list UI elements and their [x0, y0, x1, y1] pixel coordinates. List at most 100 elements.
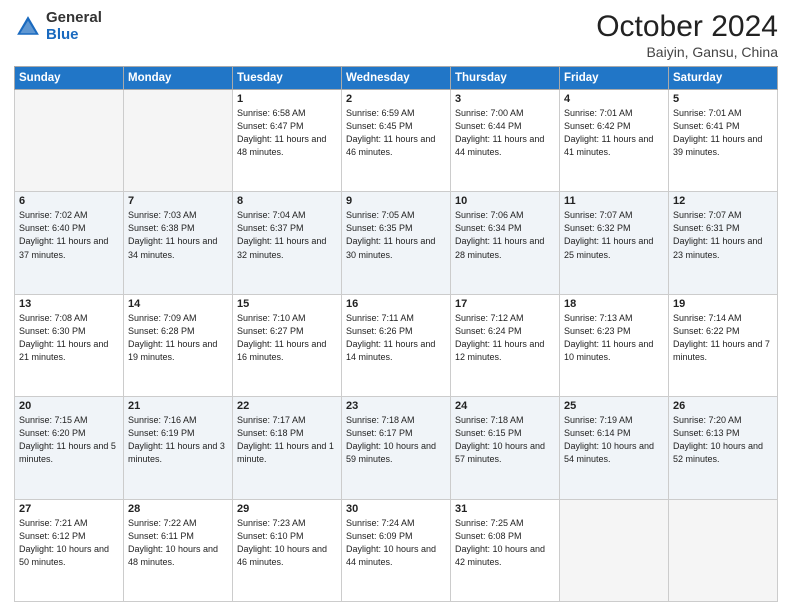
day-cell: 5 Sunrise: 7:01 AMSunset: 6:41 PMDaylight…	[669, 90, 778, 192]
day-cell: 23 Sunrise: 7:18 AMSunset: 6:17 PMDayligh…	[342, 397, 451, 499]
day-cell: 29Sunrise: 7:23 AMSunset: 6:10 PMDayligh…	[233, 499, 342, 601]
day-number: 27	[19, 503, 119, 515]
day-cell: 15 Sunrise: 7:10 AMSunset: 6:27 PMDayligh…	[233, 294, 342, 396]
day-number: 7	[128, 195, 228, 207]
day-info: Sunrise: 7:01 AMSunset: 6:41 PMDaylight:…	[673, 107, 773, 159]
day-number: 6	[19, 195, 119, 207]
day-info: Sunrise: 7:03 AMSunset: 6:38 PMDaylight:…	[128, 209, 228, 261]
day-cell: 26 Sunrise: 7:20 AMSunset: 6:13 PMDayligh…	[669, 397, 778, 499]
day-cell: 25 Sunrise: 7:19 AMSunset: 6:14 PMDayligh…	[560, 397, 669, 499]
day-cell: 30 Sunrise: 7:24 AMSunset: 6:09 PMDayligh…	[342, 499, 451, 601]
weekday-header-saturday: Saturday	[669, 67, 778, 90]
day-cell: 16Sunrise: 7:11 AMSunset: 6:26 PMDayligh…	[342, 294, 451, 396]
title-block: October 2024 Baiyin, Gansu, China	[596, 10, 778, 60]
weekday-header-monday: Monday	[124, 67, 233, 90]
day-info: Sunrise: 7:25 AMSunset: 6:08 PMDaylight:…	[455, 517, 555, 569]
day-info: Sunrise: 7:00 AMSunset: 6:44 PMDaylight:…	[455, 107, 555, 159]
day-cell	[15, 90, 124, 192]
day-number: 30	[346, 503, 446, 515]
month-title: October 2024	[596, 10, 778, 44]
day-cell: 11 Sunrise: 7:07 AMSunset: 6:32 PMDayligh…	[560, 192, 669, 294]
day-cell: 22 Sunrise: 7:17 AMSunset: 6:18 PMDayligh…	[233, 397, 342, 499]
day-cell: 8 Sunrise: 7:04 AMSunset: 6:37 PMDaylight…	[233, 192, 342, 294]
week-row-1: 1Sunrise: 6:58 AMSunset: 6:47 PMDaylight…	[15, 90, 778, 192]
week-row-2: 6 Sunrise: 7:02 AMSunset: 6:40 PMDaylight…	[15, 192, 778, 294]
calendar-table: SundayMondayTuesdayWednesdayThursdayFrid…	[14, 66, 778, 602]
day-info: Sunrise: 6:59 AMSunset: 6:45 PMDaylight:…	[346, 107, 446, 159]
day-cell	[124, 90, 233, 192]
day-number: 14	[128, 298, 228, 310]
day-number: 25	[564, 400, 664, 412]
day-info: Sunrise: 7:04 AMSunset: 6:37 PMDaylight:…	[237, 209, 337, 261]
day-number: 2	[346, 93, 446, 105]
logo: General Blue	[14, 10, 102, 43]
day-info: Sunrise: 7:19 AMSunset: 6:14 PMDaylight:…	[564, 414, 664, 466]
day-number: 13	[19, 298, 119, 310]
day-cell: 24 Sunrise: 7:18 AMSunset: 6:15 PMDayligh…	[451, 397, 560, 499]
week-row-5: 27 Sunrise: 7:21 AMSunset: 6:12 PMDayligh…	[15, 499, 778, 601]
day-cell: 12 Sunrise: 7:07 AMSunset: 6:31 PMDayligh…	[669, 192, 778, 294]
weekday-header-row: SundayMondayTuesdayWednesdayThursdayFrid…	[15, 67, 778, 90]
day-number: 22	[237, 400, 337, 412]
logo-text: General Blue	[46, 10, 102, 43]
day-cell: 20 Sunrise: 7:15 AMSunset: 6:20 PMDayligh…	[15, 397, 124, 499]
day-info: Sunrise: 7:07 AMSunset: 6:31 PMDaylight:…	[673, 209, 773, 261]
day-info: Sunrise: 7:21 AMSunset: 6:12 PMDaylight:…	[19, 517, 119, 569]
day-info: Sunrise: 7:23 AMSunset: 6:10 PMDaylight:…	[237, 517, 337, 569]
day-number: 4	[564, 93, 664, 105]
day-cell: 17 Sunrise: 7:12 AMSunset: 6:24 PMDayligh…	[451, 294, 560, 396]
week-row-4: 20 Sunrise: 7:15 AMSunset: 6:20 PMDayligh…	[15, 397, 778, 499]
day-number: 9	[346, 195, 446, 207]
weekday-header-wednesday: Wednesday	[342, 67, 451, 90]
day-number: 3	[455, 93, 555, 105]
day-cell: 7 Sunrise: 7:03 AMSunset: 6:38 PMDaylight…	[124, 192, 233, 294]
day-info: Sunrise: 7:24 AMSunset: 6:09 PMDaylight:…	[346, 517, 446, 569]
day-cell: 3 Sunrise: 7:00 AMSunset: 6:44 PMDaylight…	[451, 90, 560, 192]
day-info: Sunrise: 7:17 AMSunset: 6:18 PMDaylight:…	[237, 414, 337, 466]
day-info: Sunrise: 7:05 AMSunset: 6:35 PMDaylight:…	[346, 209, 446, 261]
day-info: Sunrise: 7:16 AMSunset: 6:19 PMDaylight:…	[128, 414, 228, 466]
day-number: 18	[564, 298, 664, 310]
day-number: 11	[564, 195, 664, 207]
day-number: 16	[346, 298, 446, 310]
day-number: 24	[455, 400, 555, 412]
day-cell: 2 Sunrise: 6:59 AMSunset: 6:45 PMDaylight…	[342, 90, 451, 192]
day-info: Sunrise: 7:15 AMSunset: 6:20 PMDaylight:…	[19, 414, 119, 466]
location: Baiyin, Gansu, China	[596, 44, 778, 60]
weekday-header-sunday: Sunday	[15, 67, 124, 90]
day-cell: 14 Sunrise: 7:09 AMSunset: 6:28 PMDayligh…	[124, 294, 233, 396]
logo-icon	[14, 13, 42, 41]
weekday-header-thursday: Thursday	[451, 67, 560, 90]
day-number: 31	[455, 503, 555, 515]
day-cell: 1Sunrise: 6:58 AMSunset: 6:47 PMDaylight…	[233, 90, 342, 192]
day-info: Sunrise: 7:07 AMSunset: 6:32 PMDaylight:…	[564, 209, 664, 261]
page: General Blue October 2024 Baiyin, Gansu,…	[0, 0, 792, 612]
day-number: 26	[673, 400, 773, 412]
day-info: Sunrise: 7:18 AMSunset: 6:17 PMDaylight:…	[346, 414, 446, 466]
day-info: Sunrise: 7:10 AMSunset: 6:27 PMDaylight:…	[237, 312, 337, 364]
day-cell: 31 Sunrise: 7:25 AMSunset: 6:08 PMDayligh…	[451, 499, 560, 601]
day-number: 8	[237, 195, 337, 207]
day-number: 19	[673, 298, 773, 310]
day-number: 23	[346, 400, 446, 412]
day-info: Sunrise: 7:06 AMSunset: 6:34 PMDaylight:…	[455, 209, 555, 261]
day-info: Sunrise: 7:20 AMSunset: 6:13 PMDaylight:…	[673, 414, 773, 466]
day-number: 5	[673, 93, 773, 105]
day-info: Sunrise: 7:09 AMSunset: 6:28 PMDaylight:…	[128, 312, 228, 364]
day-number: 20	[19, 400, 119, 412]
day-info: Sunrise: 7:14 AMSunset: 6:22 PMDaylight:…	[673, 312, 773, 364]
day-info: Sunrise: 7:12 AMSunset: 6:24 PMDaylight:…	[455, 312, 555, 364]
day-number: 21	[128, 400, 228, 412]
day-info: Sunrise: 7:13 AMSunset: 6:23 PMDaylight:…	[564, 312, 664, 364]
day-number: 12	[673, 195, 773, 207]
day-cell: 13Sunrise: 7:08 AMSunset: 6:30 PMDayligh…	[15, 294, 124, 396]
day-cell: 6 Sunrise: 7:02 AMSunset: 6:40 PMDaylight…	[15, 192, 124, 294]
day-number: 17	[455, 298, 555, 310]
day-cell	[560, 499, 669, 601]
weekday-header-friday: Friday	[560, 67, 669, 90]
day-cell: 28Sunrise: 7:22 AMSunset: 6:11 PMDayligh…	[124, 499, 233, 601]
day-number: 15	[237, 298, 337, 310]
weekday-header-tuesday: Tuesday	[233, 67, 342, 90]
day-info: Sunrise: 7:02 AMSunset: 6:40 PMDaylight:…	[19, 209, 119, 261]
day-info: Sunrise: 7:18 AMSunset: 6:15 PMDaylight:…	[455, 414, 555, 466]
